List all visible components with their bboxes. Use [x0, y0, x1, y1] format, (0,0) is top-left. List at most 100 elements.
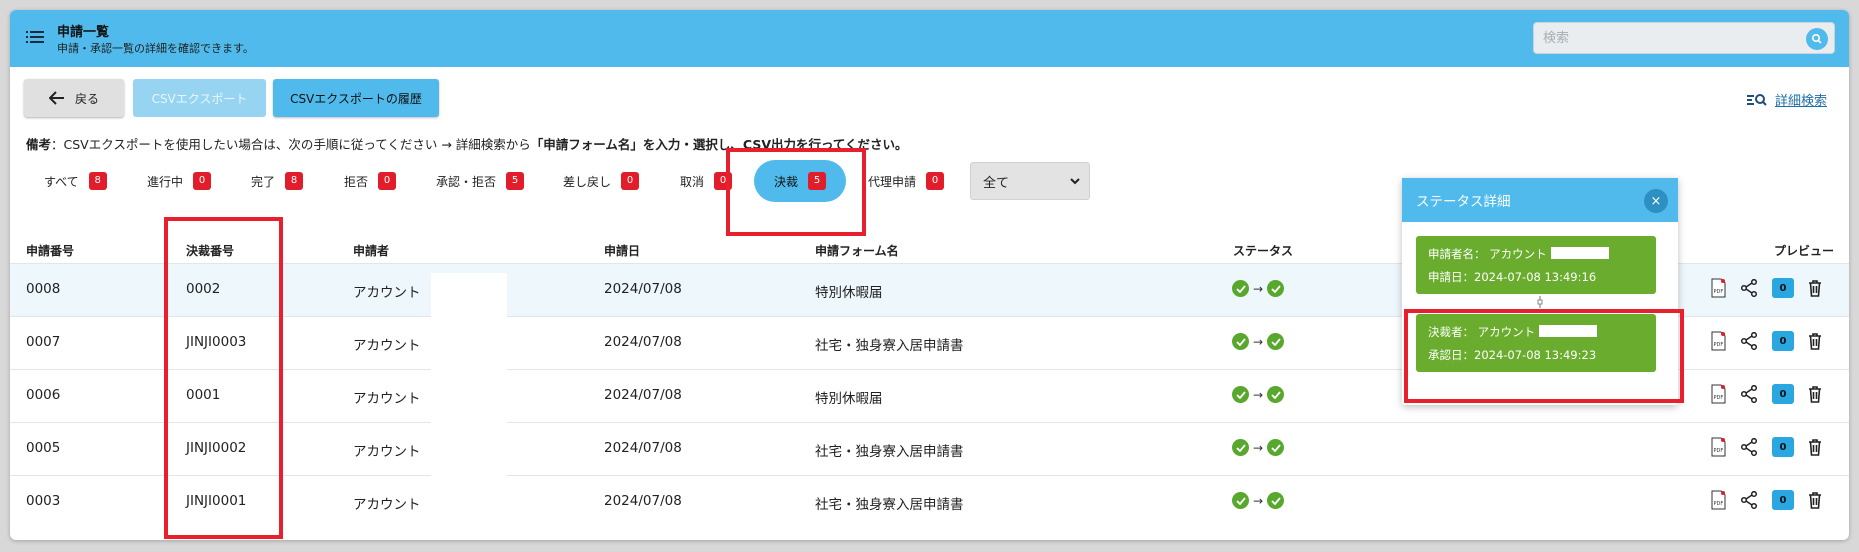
tab-label: 完了 — [251, 174, 276, 189]
status-filter-tabs: すべて 8 進行中 0 完了 8 拒否 0 承認・拒否 5 差し戻し 0 取消 0 決裁 5 代… — [10, 152, 1110, 204]
csv-export-button[interactable]: CSVエクスポート — [133, 79, 266, 117]
trash-icon[interactable] — [1808, 491, 1822, 509]
count-badge: 0 — [621, 172, 640, 190]
pdf-icon[interactable]: PDF — [1710, 490, 1726, 510]
comment-count[interactable]: 0 — [1772, 437, 1794, 457]
applicant-name: 申請者名： アカウント — [1428, 247, 1547, 261]
popup-title: ステータス詳細 — [1416, 194, 1511, 210]
filter-select[interactable]: 全て — [970, 162, 1090, 200]
highlight-box-decision-column — [164, 217, 283, 539]
form-cell: 社宅・独身寮入居申請書 — [815, 444, 964, 460]
tab-approved-rejected[interactable]: 承認・拒否 5 — [436, 172, 525, 190]
col-preview: プレビュー — [1774, 244, 1835, 258]
status-flow[interactable]: → — [1232, 333, 1285, 350]
tab-cancelled[interactable]: 取消 0 — [680, 172, 733, 190]
chevron-down-icon — [1070, 178, 1080, 185]
app-no-cell: 0003 — [26, 493, 61, 509]
pdf-icon[interactable]: PDF — [1710, 331, 1726, 351]
row-actions: PDF 0 — [1710, 331, 1836, 351]
date-cell: 2024/07/08 — [604, 440, 682, 456]
tab-completed[interactable]: 完了 8 — [251, 172, 304, 190]
row-actions: PDF 0 — [1710, 278, 1836, 298]
trash-icon[interactable] — [1808, 279, 1822, 297]
status-flow[interactable]: → — [1232, 492, 1285, 509]
back-button-label: 戻る — [74, 91, 99, 106]
tab-label: 差し戻し — [563, 174, 612, 189]
tab-in-progress[interactable]: 進行中 0 — [147, 172, 212, 190]
application-date: 申請日：2024-07-08 13:49:16 — [1428, 270, 1597, 284]
status-flow[interactable]: → — [1232, 280, 1285, 297]
tab-rejected[interactable]: 拒否 0 — [344, 172, 397, 190]
tab-returned[interactable]: 差し戻し 0 — [563, 172, 640, 190]
count-badge: 0 — [926, 172, 945, 190]
tab-all[interactable]: すべて 8 — [44, 172, 107, 190]
advanced-search-link[interactable]: 詳細検索 — [1747, 90, 1827, 109]
table-row[interactable]: 0005 JINJI0002 アカウント 2024/07/08 社宅・独身寮入居… — [10, 422, 1849, 475]
note-body: ：CSVエクスポートを使用したい場合は、次の手順に従ってください → 詳細検索か… — [51, 137, 531, 152]
count-badge: 5 — [506, 172, 525, 190]
svg-text:PDF: PDF — [1714, 501, 1724, 507]
date-cell: 2024/07/08 — [604, 281, 682, 297]
share-icon[interactable] — [1740, 279, 1758, 297]
form-cell: 社宅・独身寮入居申請書 — [815, 497, 964, 513]
app-no-cell: 0005 — [26, 440, 61, 456]
connector-icon — [1537, 296, 1543, 308]
status-flow[interactable]: → — [1232, 386, 1285, 403]
share-icon[interactable] — [1740, 385, 1758, 403]
share-icon[interactable] — [1740, 438, 1758, 456]
svg-text:PDF: PDF — [1714, 342, 1724, 348]
share-icon[interactable] — [1740, 491, 1758, 509]
trash-icon[interactable] — [1808, 438, 1822, 456]
trash-icon[interactable] — [1808, 385, 1822, 403]
check-circle-icon — [1232, 280, 1249, 297]
list-icon[interactable] — [26, 30, 44, 44]
count-badge: 8 — [285, 172, 304, 190]
applicant-cell: アカウント — [353, 391, 421, 407]
trash-icon[interactable] — [1808, 332, 1822, 350]
tab-label: すべて — [44, 174, 79, 189]
back-button[interactable]: 戻る — [24, 79, 124, 117]
date-cell: 2024/07/08 — [604, 493, 682, 509]
search-input[interactable] — [1534, 23, 1794, 53]
app-window: 申請一覧 申請・承認一覧の詳細を確認できます。 戻る CSVエクスポート CSV… — [10, 10, 1849, 540]
note-prefix: 備考 — [26, 137, 52, 152]
status-flow[interactable]: → — [1232, 439, 1285, 456]
app-no-cell: 0008 — [26, 281, 61, 297]
applicant-cell: アカウント — [353, 444, 421, 460]
check-circle-icon — [1232, 439, 1249, 456]
col-form[interactable]: 申請フォーム名 — [815, 242, 899, 259]
csv-history-button[interactable]: CSVエクスポートの履歴 — [273, 79, 439, 117]
close-button[interactable]: × — [1644, 189, 1668, 213]
col-status[interactable]: ステータス — [1233, 242, 1293, 259]
popup-header: ステータス詳細 × — [1402, 178, 1678, 222]
date-cell: 2024/07/08 — [604, 387, 682, 403]
table-row[interactable]: 0003 JINJI0001 アカウント 2024/07/08 社宅・独身寮入居… — [10, 475, 1849, 528]
highlight-box-decision-tab — [726, 148, 866, 236]
applicant-cell: アカウント — [353, 285, 421, 301]
share-icon[interactable] — [1740, 332, 1758, 350]
check-circle-icon — [1232, 386, 1249, 403]
comment-count[interactable]: 0 — [1772, 278, 1794, 298]
form-cell: 特別休暇届 — [815, 285, 883, 301]
arrow-right-icon: → — [1253, 493, 1264, 508]
filter-search-icon — [1747, 93, 1767, 106]
pdf-icon[interactable]: PDF — [1710, 384, 1726, 404]
note-emphasis: 「申請フォーム名」を入力・選択し、 — [530, 137, 743, 152]
highlight-box-approver-card — [1404, 309, 1684, 403]
col-app-no[interactable]: 申請番号 — [26, 242, 74, 259]
comment-count[interactable]: 0 — [1772, 384, 1794, 404]
pdf-icon[interactable]: PDF — [1710, 278, 1726, 298]
col-applicant[interactable]: 申請者 — [353, 242, 389, 259]
tab-proxy[interactable]: 代理申請 0 — [868, 172, 945, 190]
arrow-right-icon: → — [1253, 440, 1264, 455]
advanced-search-label: 詳細検索 — [1775, 94, 1828, 109]
svg-text:PDF: PDF — [1714, 289, 1724, 295]
tab-label: 承認・拒否 — [436, 174, 497, 189]
search-button[interactable] — [1806, 28, 1828, 50]
applicant-status-card: 申請者名： アカウント 申請日：2024-07-08 13:49:16 — [1416, 236, 1656, 294]
pdf-icon[interactable]: PDF — [1710, 437, 1726, 457]
col-date[interactable]: 申請日 — [604, 242, 640, 259]
applicant-cell: アカウント — [353, 497, 421, 513]
comment-count[interactable]: 0 — [1772, 331, 1794, 351]
comment-count[interactable]: 0 — [1772, 490, 1794, 510]
